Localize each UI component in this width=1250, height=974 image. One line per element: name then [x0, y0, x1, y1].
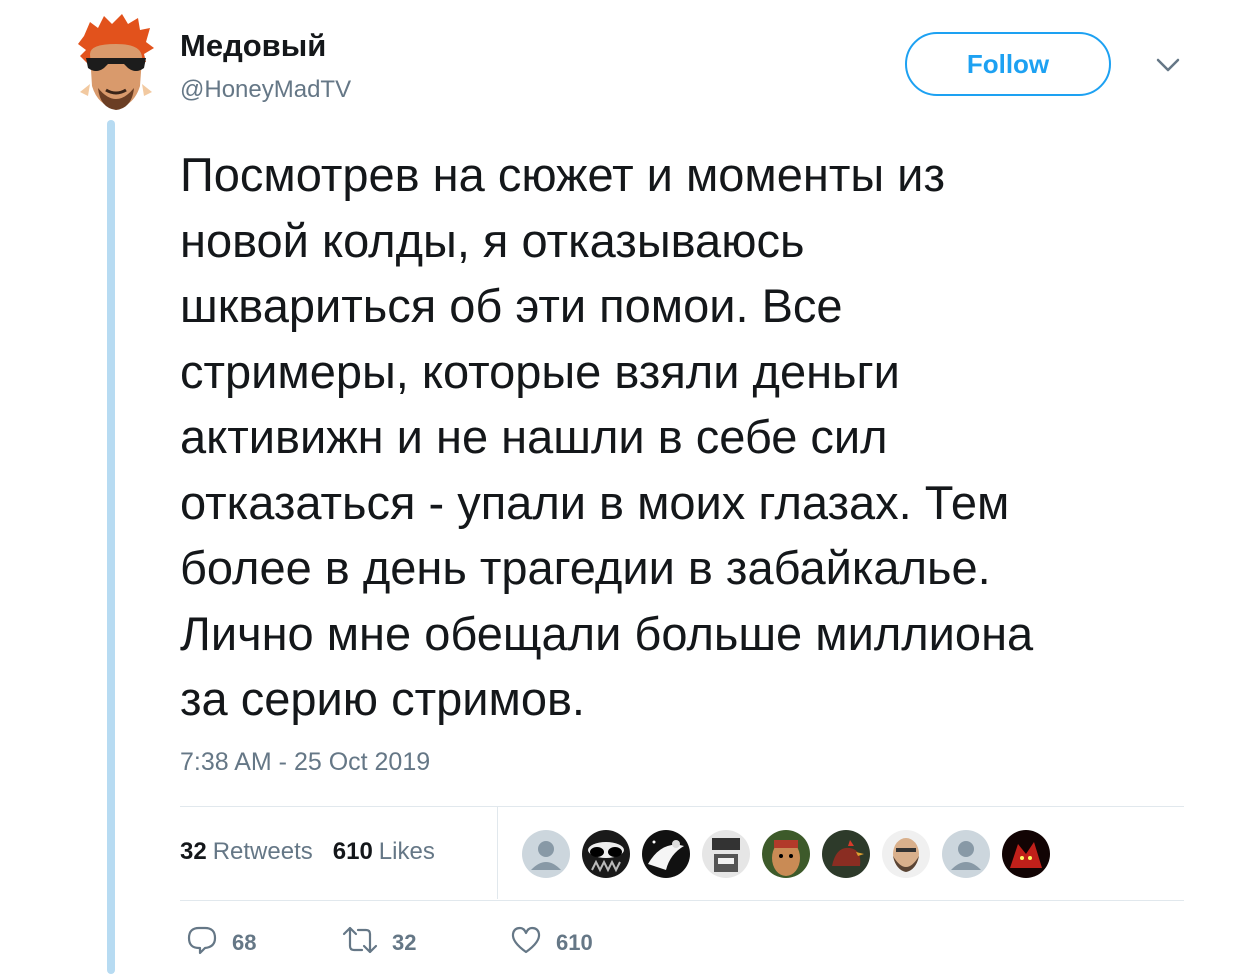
tweet-text-line: активижн и не нашли в себе сил: [180, 410, 888, 463]
retweets-count: 32: [180, 838, 207, 865]
likers-avatars: [522, 830, 1050, 878]
like-action[interactable]: 610: [510, 925, 593, 960]
author-handle[interactable]: @HoneyMadTV: [180, 76, 351, 104]
like-count: 610: [556, 929, 593, 955]
tweet-timestamp[interactable]: 7:38 AM - 25 Oct 2019: [180, 748, 430, 777]
retweets-stat[interactable]: 32 Retweets: [180, 838, 313, 866]
tweet-text-line: Лично мне обещали больше миллиона: [180, 606, 1034, 660]
thread-line: [107, 120, 115, 974]
liker-avatar-space[interactable]: [642, 830, 690, 878]
liker-avatar-rooster[interactable]: [822, 830, 870, 878]
divider: [180, 900, 1184, 901]
retweet-icon: [342, 925, 378, 960]
reply-icon: [186, 925, 218, 960]
likes-label: Likes: [378, 838, 435, 865]
liker-avatar-gamer[interactable]: [702, 830, 750, 878]
reply-count: 68: [232, 929, 257, 955]
tweet-text-line: стримеры, которые взяли деньги: [180, 344, 900, 398]
likes-count: 610: [332, 838, 373, 865]
author-name[interactable]: Медовый: [180, 28, 326, 64]
liker-avatar-default[interactable]: [942, 830, 990, 878]
likes-stat[interactable]: 610 Likes: [333, 838, 435, 866]
tweet-text-line: за серию стримов.: [180, 672, 585, 725]
chevron-down-icon[interactable]: [1155, 56, 1181, 74]
liker-avatar-default[interactable]: [522, 830, 570, 878]
liker-avatar-face[interactable]: [762, 830, 810, 878]
retweet-action[interactable]: 32: [342, 925, 416, 960]
follow-button[interactable]: Follow: [905, 32, 1111, 96]
tweet-text-line: новой колды, я отказываюсь: [180, 213, 805, 267]
liker-avatar-red-creature[interactable]: [1002, 830, 1050, 878]
author-avatar[interactable]: [76, 14, 156, 114]
divider: [180, 806, 1184, 807]
reply-action[interactable]: 68: [186, 925, 256, 960]
tweet-text-line: отказаться - упали в моих глазах. Тем: [180, 475, 1010, 529]
retweets-label: Retweets: [212, 838, 313, 865]
tweet-text-line: Посмотрев на сюжет и моменты из: [180, 148, 945, 201]
retweet-count: 32: [392, 929, 417, 955]
liker-avatar-alien[interactable]: [582, 830, 630, 878]
tweet-text-line: более в день трагедии в забайкалье.: [180, 541, 991, 594]
tweet-text: Посмотрев на сюжет и моменты из новой ко…: [180, 142, 1210, 732]
tweet-stats: 32 Retweets 610 Likes: [180, 838, 435, 866]
liker-avatar-bearded[interactable]: [882, 830, 930, 878]
heart-icon: [510, 925, 542, 960]
stats-separator: [497, 807, 498, 899]
tweet-text-line: шквариться об эти помои. Все: [180, 279, 843, 332]
